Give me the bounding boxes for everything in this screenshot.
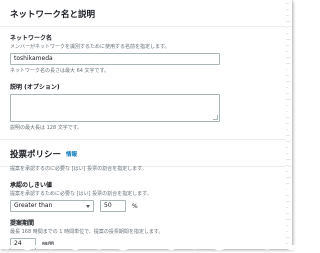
voting-info-link[interactable]: 情報 — [66, 150, 77, 158]
network-name-field: ネットワーク名 メンバーがネットワークを識別するために使用する名前を指定します。… — [0, 27, 292, 74]
network-description-label: 説明 (オプション) — [10, 84, 60, 91]
form-page: ネットワーク名と説明 ネットワーク名 メンバーがネットワークを識別するために使用… — [0, 0, 292, 249]
comparator-select-value: Greater than — [14, 202, 53, 209]
network-section-title: ネットワーク名と説明 — [10, 10, 96, 20]
voting-section-heading: 投票ポリシー 情報 — [0, 139, 292, 167]
proposal-duration-label: 提案期間 — [10, 220, 35, 227]
voting-section-description: 提案を承認するのに必要な [はい] 投票の割合を指定します。 — [10, 166, 147, 172]
percent-unit: % — [132, 202, 138, 210]
network-name-label: ネットワーク名 — [10, 35, 53, 42]
proposal-duration-description: 最長 168 時間までの 1 時間単位で、提案の投票期間を指定します。 — [10, 229, 164, 235]
network-name-input[interactable]: toshikameda — [10, 53, 220, 65]
chevron-down-icon — [86, 204, 90, 208]
proposal-duration-field: 提案期間 最長 168 時間までの 1 時間単位で、提案の投票期間を指定します。… — [0, 212, 292, 249]
network-description-field: 説明 (オプション) 説明の最大長は 128 文字です。 — [0, 74, 292, 131]
resize-grip-icon[interactable] — [213, 115, 218, 120]
network-section-heading: ネットワーク名と説明 — [0, 0, 292, 27]
network-name-description: メンバーがネットワークを識別するために使用する名前を指定します。 — [10, 44, 170, 50]
voting-section-title: 投票ポリシー — [10, 150, 62, 160]
network-description-hint: 説明の最大長は 128 文字です。 — [10, 125, 83, 131]
network-name-hint: ネットワーク名の長さは最大 64 文字です。 — [10, 68, 110, 74]
threshold-percent-input[interactable]: 50 — [100, 200, 126, 212]
approval-threshold-description: 提案を承認するために必要な [はい] 投票の割合を指定します。 — [10, 191, 152, 197]
approval-threshold-field: 承認のしきい値 提案を承認するために必要な [はい] 投票の割合を指定します。 … — [0, 176, 292, 212]
comparator-select[interactable]: Greater than — [10, 200, 94, 212]
network-description-textarea[interactable] — [10, 94, 220, 122]
approval-threshold-row: Greater than 50 % — [10, 200, 282, 212]
approval-threshold-label: 承認のしきい値 — [10, 182, 53, 189]
